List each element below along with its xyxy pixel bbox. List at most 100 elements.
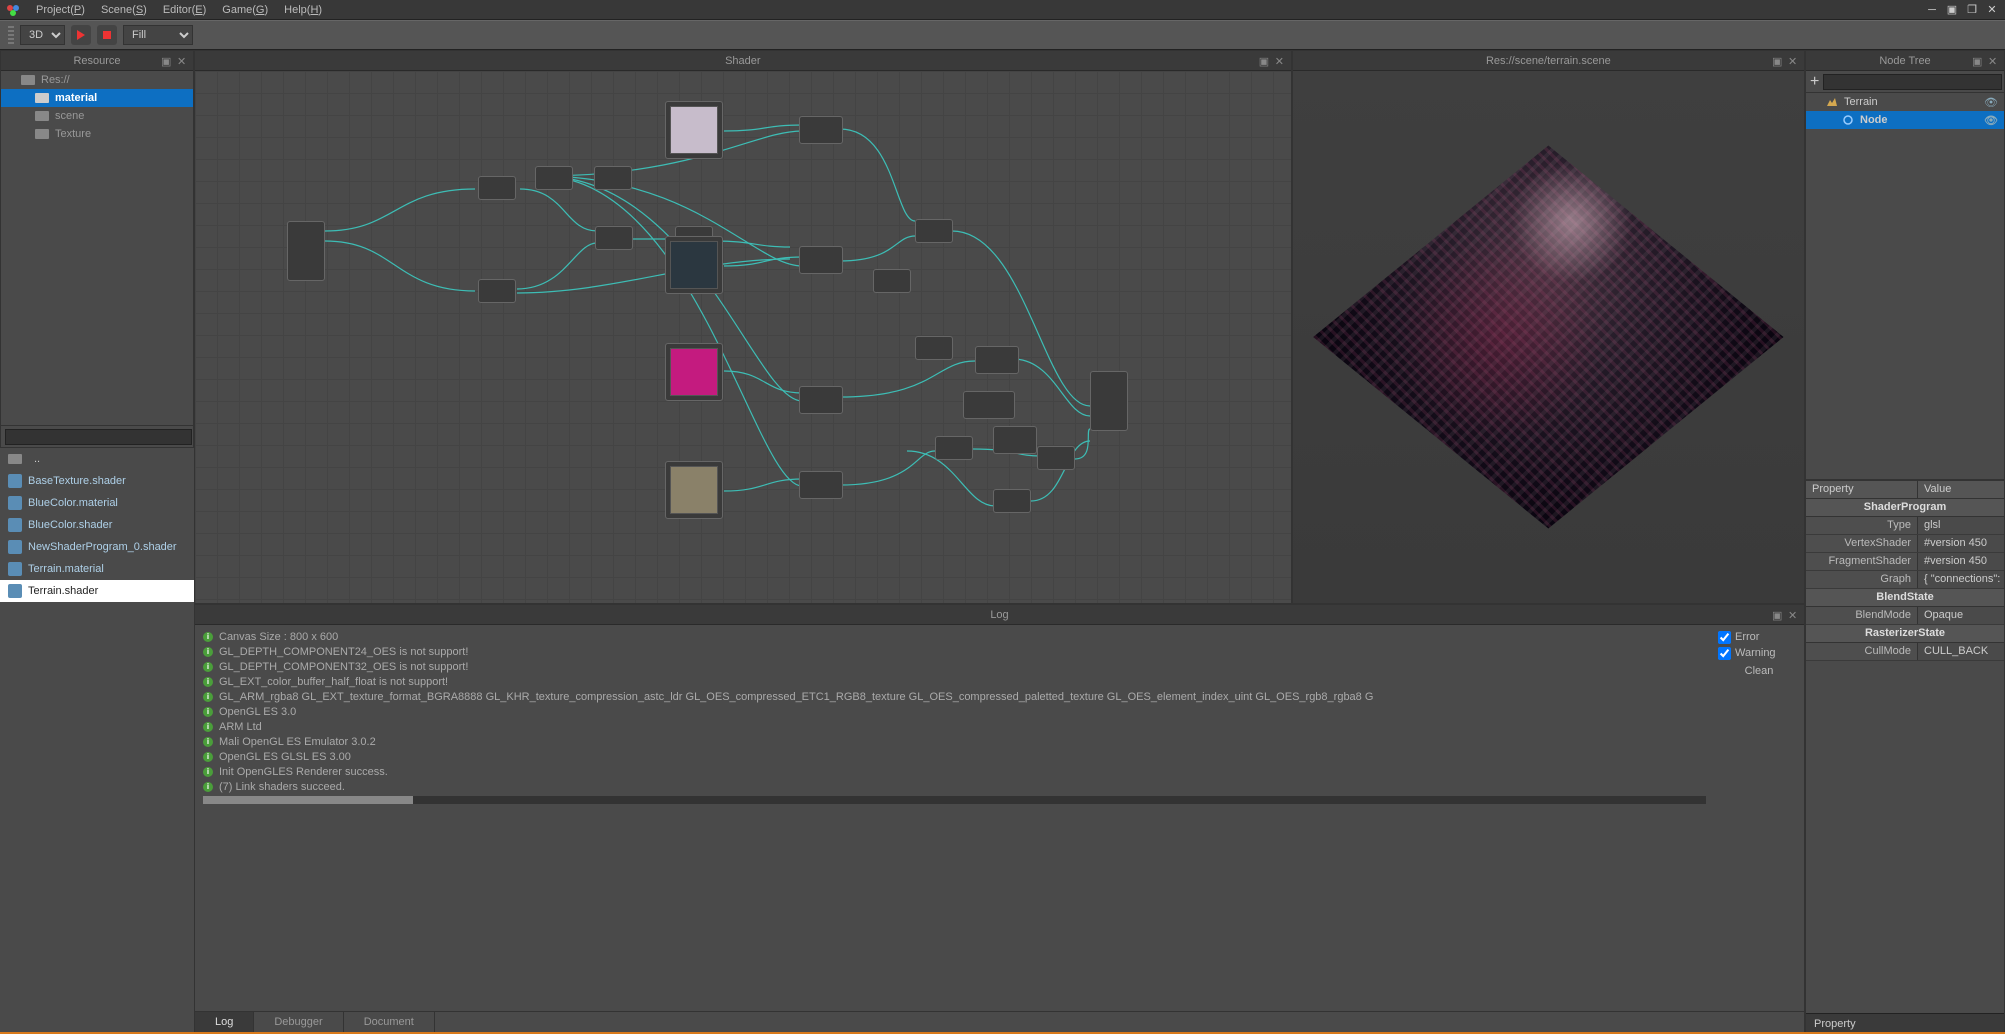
property-section[interactable]: BlendState (1806, 589, 2004, 607)
panel-close-icon[interactable]: ✕ (177, 55, 189, 67)
graph-node-texture[interactable] (665, 461, 723, 519)
graph-node[interactable] (993, 426, 1037, 454)
panel-close-icon[interactable]: ✕ (1788, 609, 1800, 621)
log-warning-checkbox[interactable]: Warning (1718, 645, 1800, 661)
log-line[interactable]: iOpenGL ES 3.0 (203, 704, 1706, 719)
resource-tree[interactable]: Res:// material scene Texture (1, 71, 193, 425)
property-row[interactable]: Typeglsl (1806, 517, 2004, 535)
minimize-icon[interactable]: ─ (1925, 3, 1939, 17)
panel-float-icon[interactable]: ▣ (161, 55, 173, 67)
nodetree-search-input[interactable] (1823, 74, 2002, 90)
file-item[interactable]: NewShaderProgram_0.shader (0, 536, 194, 558)
log-line[interactable]: i(7) Link shaders succeed. (203, 779, 1706, 794)
panel-float-icon[interactable]: ▣ (1972, 55, 1984, 67)
panel-close-icon[interactable]: ✕ (1275, 55, 1287, 67)
graph-node[interactable] (287, 221, 325, 281)
graph-node[interactable] (963, 391, 1015, 419)
tab-property[interactable]: Property (1814, 1018, 1856, 1030)
log-messages[interactable]: iCanvas Size : 800 x 600iGL_DEPTH_COMPON… (195, 625, 1714, 1011)
tab-document[interactable]: Document (344, 1012, 435, 1033)
menu-project[interactable]: Project(P) (28, 4, 93, 16)
stop-button[interactable] (97, 25, 117, 45)
graph-node[interactable] (478, 279, 516, 303)
property-section[interactable]: ShaderProgram (1806, 499, 2004, 517)
menu-scene[interactable]: Scene(S) (93, 4, 155, 16)
graph-node[interactable] (975, 346, 1019, 374)
shader-wires (195, 71, 1291, 603)
log-line[interactable]: iGL_EXT_color_buffer_half_float is not s… (203, 674, 1706, 689)
file-list[interactable]: .. BaseTexture.shader BlueColor.material… (0, 448, 194, 1034)
property-row[interactable]: CullModeCULL_BACK (1806, 643, 2004, 661)
graph-node-texture[interactable] (665, 343, 723, 401)
graph-node-output[interactable] (1090, 371, 1128, 431)
graph-node[interactable] (799, 246, 843, 274)
node-item-terrain[interactable]: Terrain 👁 (1806, 93, 2004, 111)
graph-node[interactable] (935, 436, 973, 460)
graph-node[interactable] (799, 116, 843, 144)
property-section[interactable]: RasterizerState (1806, 625, 2004, 643)
log-line[interactable]: iARM Ltd (203, 719, 1706, 734)
node-item-node[interactable]: Node 👁 (1806, 111, 2004, 129)
tree-folder-material[interactable]: material (1, 89, 193, 107)
tab-debugger[interactable]: Debugger (254, 1012, 343, 1033)
menu-help[interactable]: Help(H) (276, 4, 330, 16)
log-line[interactable]: iCanvas Size : 800 x 600 (203, 629, 1706, 644)
file-item[interactable]: Terrain.material (0, 558, 194, 580)
graph-node[interactable] (799, 471, 843, 499)
panel-close-icon[interactable]: ✕ (1788, 55, 1800, 67)
graph-node[interactable] (1037, 446, 1075, 470)
property-row[interactable]: VertexShader#version 450 (1806, 535, 2004, 553)
file-item[interactable]: BlueColor.material (0, 492, 194, 514)
graph-node[interactable] (993, 489, 1031, 513)
log-clean-button[interactable]: Clean (1718, 665, 1800, 677)
panel-close-icon[interactable]: ✕ (1988, 55, 2000, 67)
log-line[interactable]: iOpenGL ES GLSL ES 3.00 (203, 749, 1706, 764)
resource-search-input[interactable] (5, 429, 192, 445)
panel-float-icon[interactable]: ▣ (1772, 55, 1784, 67)
graph-node[interactable] (595, 226, 633, 250)
file-item[interactable]: Terrain.shader (0, 580, 194, 602)
file-up[interactable]: .. (0, 448, 194, 470)
nodetree-body[interactable]: Terrain 👁 Node 👁 (1806, 93, 2004, 479)
tab-log[interactable]: Log (195, 1012, 254, 1033)
graph-node[interactable] (915, 336, 953, 360)
graph-node-texture[interactable] (665, 101, 723, 159)
graph-node[interactable] (799, 386, 843, 414)
graph-node[interactable] (594, 166, 632, 190)
property-row[interactable]: Graph{ "connections": [ (1806, 571, 2004, 589)
panel-float-icon[interactable]: ▣ (1772, 609, 1784, 621)
log-line[interactable]: iInit OpenGLES Renderer success. (203, 764, 1706, 779)
menu-game[interactable]: Game(G) (214, 4, 276, 16)
log-line[interactable]: iGL_ARM_rgba8 GL_EXT_texture_format_BGRA… (203, 689, 1706, 704)
visibility-icon[interactable]: 👁 (1984, 114, 1998, 127)
log-line[interactable]: iGL_DEPTH_COMPONENT32_OES is not support… (203, 659, 1706, 674)
file-item[interactable]: BaseTexture.shader (0, 470, 194, 492)
graph-node[interactable] (535, 166, 573, 190)
close-icon[interactable]: ✕ (1985, 3, 1999, 17)
fill-mode-dropdown[interactable]: Fill (123, 25, 193, 45)
add-node-button[interactable]: + (1810, 73, 1819, 91)
viewport-3d[interactable] (1293, 71, 1804, 603)
graph-node[interactable] (873, 269, 911, 293)
menu-editor[interactable]: Editor(E) (155, 4, 214, 16)
graph-node[interactable] (478, 176, 516, 200)
file-item[interactable]: BlueColor.shader (0, 514, 194, 536)
play-button[interactable] (71, 25, 91, 45)
shader-graph-canvas[interactable] (195, 71, 1291, 603)
log-line[interactable]: iMali OpenGL ES Emulator 3.0.2 (203, 734, 1706, 749)
visibility-icon[interactable]: 👁 (1984, 96, 1998, 109)
graph-node-texture[interactable] (665, 236, 723, 294)
log-line[interactable]: iGL_DEPTH_COMPONENT24_OES is not support… (203, 644, 1706, 659)
tree-folder-texture[interactable]: Texture (1, 125, 193, 143)
log-error-checkbox[interactable]: Error (1718, 629, 1800, 645)
tree-root[interactable]: Res:// (1, 71, 193, 89)
tree-folder-scene[interactable]: scene (1, 107, 193, 125)
maximize-icon[interactable]: ▣ (1945, 3, 1959, 17)
property-row[interactable]: FragmentShader#version 450 (1806, 553, 2004, 571)
graph-node[interactable] (915, 219, 953, 243)
panel-float-icon[interactable]: ▣ (1259, 55, 1271, 67)
view-mode-dropdown[interactable]: 3D (20, 25, 65, 45)
log-scrollbar[interactable] (203, 796, 1706, 804)
property-row[interactable]: BlendModeOpaque (1806, 607, 2004, 625)
restore-icon[interactable]: ❐ (1965, 3, 1979, 17)
